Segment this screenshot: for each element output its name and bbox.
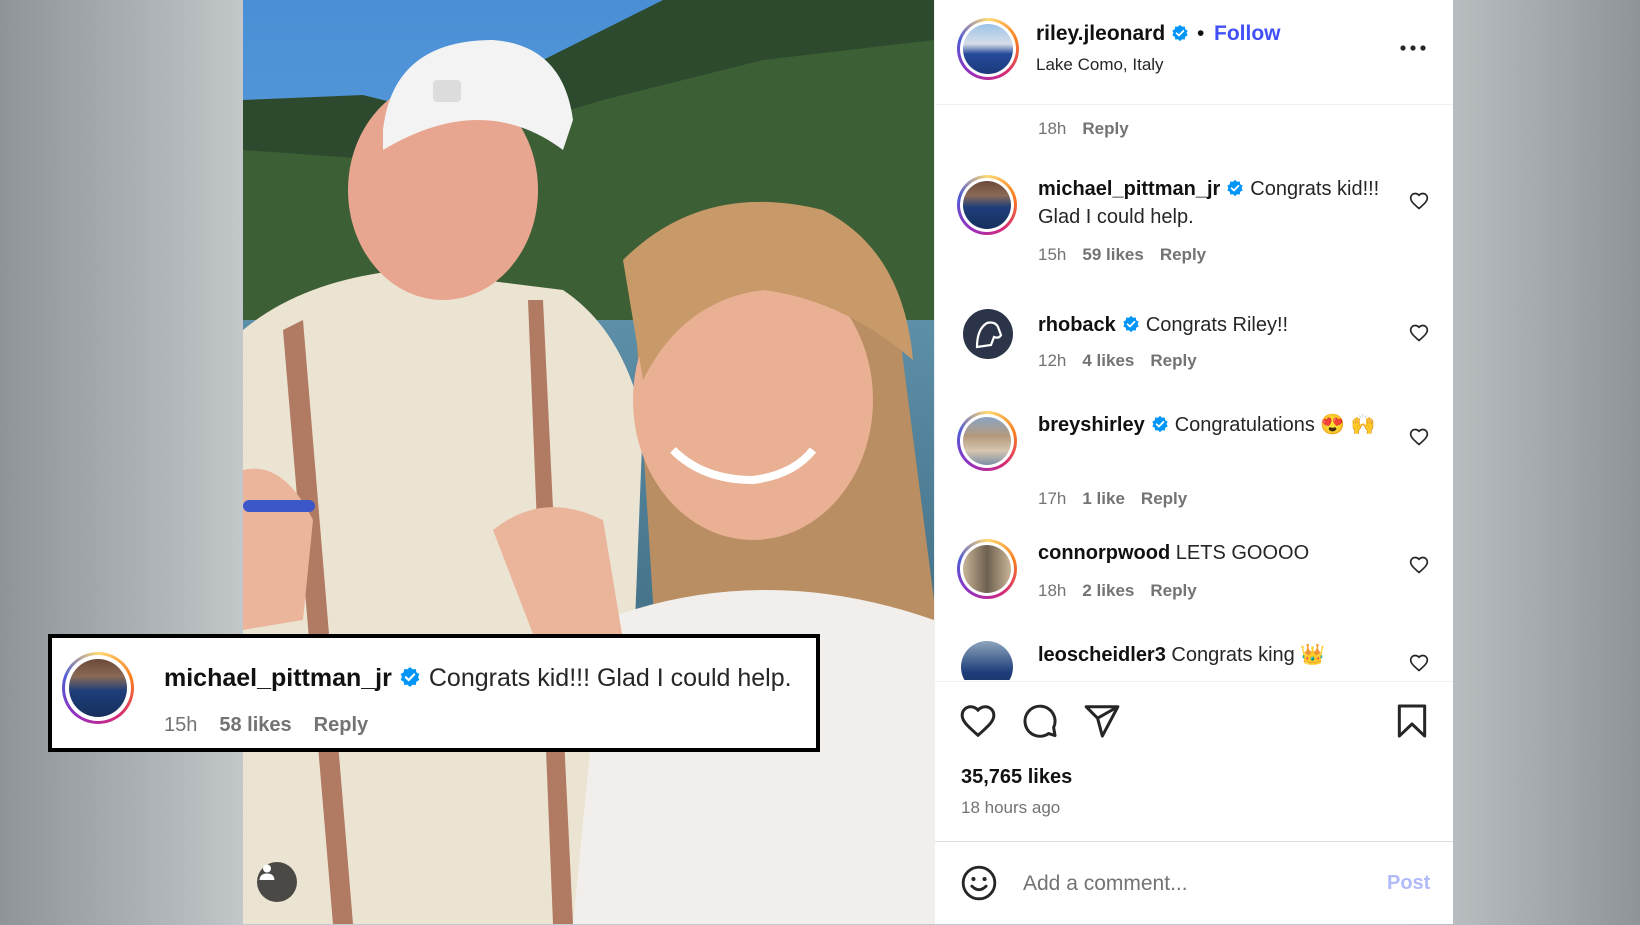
commenter-avatar-ring[interactable] xyxy=(957,175,1017,235)
commenter-username[interactable]: michael_pittman_jr xyxy=(164,664,392,692)
comment-time: 17h xyxy=(1038,489,1067,508)
comment-time: 15h xyxy=(164,714,198,736)
post-likes-count[interactable]: 35,765 likes xyxy=(961,766,1072,789)
heart-icon[interactable] xyxy=(1409,191,1429,211)
comment-text: rhoback Congrats Riley!! xyxy=(1038,311,1383,339)
separator-dot: • xyxy=(1197,22,1205,45)
comment-icon[interactable] xyxy=(1021,702,1059,740)
verified-badge-icon xyxy=(1172,24,1188,42)
commenter-username[interactable]: leoscheidler3 xyxy=(1038,644,1166,666)
avatar xyxy=(963,181,1011,229)
comment-meta: 15h 59 likes Reply xyxy=(1038,245,1222,265)
reply-button[interactable]: Reply xyxy=(1141,489,1187,508)
highlighted-comment-callout: michael_pittman_jr Congrats kid!!! Glad I… xyxy=(48,634,820,752)
comment-likes[interactable]: 1 like xyxy=(1082,489,1125,508)
avatar[interactable] xyxy=(963,309,1013,359)
comment-text: connorpwood LETS GOOOO xyxy=(1038,539,1383,567)
avatar xyxy=(963,417,1011,465)
comment-body: Congratulations 😍 🙌 xyxy=(1174,414,1376,436)
user-icon xyxy=(259,864,275,880)
commenter-username[interactable]: michael_pittman_jr xyxy=(1038,178,1220,200)
photo-illustration xyxy=(243,0,934,924)
reply-button[interactable]: Reply xyxy=(1150,351,1196,370)
avatar xyxy=(69,659,127,717)
heart-icon[interactable] xyxy=(1409,555,1429,575)
verified-badge-icon xyxy=(1227,179,1243,197)
comment-composer: Post xyxy=(935,841,1453,925)
emoji-icon[interactable] xyxy=(960,864,998,902)
comment-time: 18h xyxy=(1038,119,1067,138)
author-username[interactable]: riley.jleonard xyxy=(1036,22,1189,46)
reply-button[interactable]: Reply xyxy=(314,714,368,736)
more-options-icon[interactable] xyxy=(1397,36,1429,60)
commenter-avatar-ring[interactable] xyxy=(957,539,1017,599)
comment-meta: 12h 4 likes Reply xyxy=(1038,351,1213,371)
post-side-panel: riley.jleonard • Follow Lake Como, Italy… xyxy=(934,0,1453,924)
heart-icon[interactable] xyxy=(1409,653,1429,673)
comment-text: michael_pittman_jr Congrats kid!!! Glad I… xyxy=(164,664,792,693)
comment-likes[interactable]: 4 likes xyxy=(1082,351,1134,370)
reply-button[interactable]: Reply xyxy=(1160,245,1206,264)
comments-list[interactable]: 18h Reply michael_pittman_jr Congrats kid!… xyxy=(935,105,1453,680)
post-timestamp[interactable]: 18 hours ago xyxy=(961,798,1060,818)
comment-meta: 17h 1 like Reply xyxy=(1038,489,1203,509)
commenter-username[interactable]: connorpwood xyxy=(1038,542,1170,564)
comment-body: Congrats king 👑 xyxy=(1171,644,1326,666)
commenter-username[interactable]: rhoback xyxy=(1038,314,1116,336)
verified-badge-icon xyxy=(400,667,420,687)
post-location[interactable]: Lake Como, Italy xyxy=(1036,55,1164,75)
comment-meta: 18h 2 likes Reply xyxy=(1038,581,1213,601)
reply-button[interactable]: Reply xyxy=(1082,119,1128,138)
heart-icon[interactable] xyxy=(1409,427,1429,447)
post-header: riley.jleonard • Follow Lake Como, Italy xyxy=(935,0,1453,105)
avatar xyxy=(963,24,1013,74)
comment-likes[interactable]: 59 likes xyxy=(1082,245,1143,264)
commenter-avatar-ring[interactable] xyxy=(957,411,1017,471)
comment-likes[interactable]: 58 likes xyxy=(219,714,291,736)
share-icon[interactable] xyxy=(1083,702,1121,740)
heart-icon[interactable] xyxy=(1409,323,1429,343)
commenter-username[interactable]: breyshirley xyxy=(1038,414,1145,436)
reply-button[interactable]: Reply xyxy=(1150,581,1196,600)
tagged-users-button[interactable] xyxy=(257,862,297,902)
verified-badge-icon xyxy=(1152,415,1168,433)
comment-meta: 18h Reply xyxy=(1038,119,1145,139)
post-photo[interactable] xyxy=(243,0,934,924)
comment-meta: 15h 58 likes Reply xyxy=(164,714,390,737)
commenter-avatar-ring[interactable] xyxy=(62,652,134,724)
comment-time: 15h xyxy=(1038,245,1067,264)
comment-input[interactable] xyxy=(1021,864,1355,904)
comment-likes[interactable]: 2 likes xyxy=(1082,581,1134,600)
verified-badge-icon xyxy=(1123,315,1139,333)
comment-text: michael_pittman_jr Congrats kid!!! Glad I… xyxy=(1038,175,1383,231)
comment-time: 18h xyxy=(1038,581,1067,600)
comment-body: LETS GOOOO xyxy=(1175,542,1310,564)
bookmark-icon[interactable] xyxy=(1393,702,1431,740)
comment-body: Congrats kid!!! Glad I could help. xyxy=(428,664,792,692)
author-avatar-ring[interactable] xyxy=(957,18,1019,80)
avatar xyxy=(963,545,1011,593)
heart-icon[interactable] xyxy=(959,702,997,740)
avatar[interactable] xyxy=(961,641,1013,680)
comment-time: 12h xyxy=(1038,351,1067,370)
comment-body: Congrats Riley!! xyxy=(1145,314,1289,336)
comment-text: breyshirley Congratulations 😍 🙌 xyxy=(1038,411,1383,439)
post-comment-button[interactable]: Post xyxy=(1387,872,1430,895)
dog-logo-icon xyxy=(975,321,1003,349)
comment-text: leoscheidler3 Congrats king 👑 xyxy=(1038,641,1383,669)
follow-button[interactable]: Follow xyxy=(1214,22,1281,46)
